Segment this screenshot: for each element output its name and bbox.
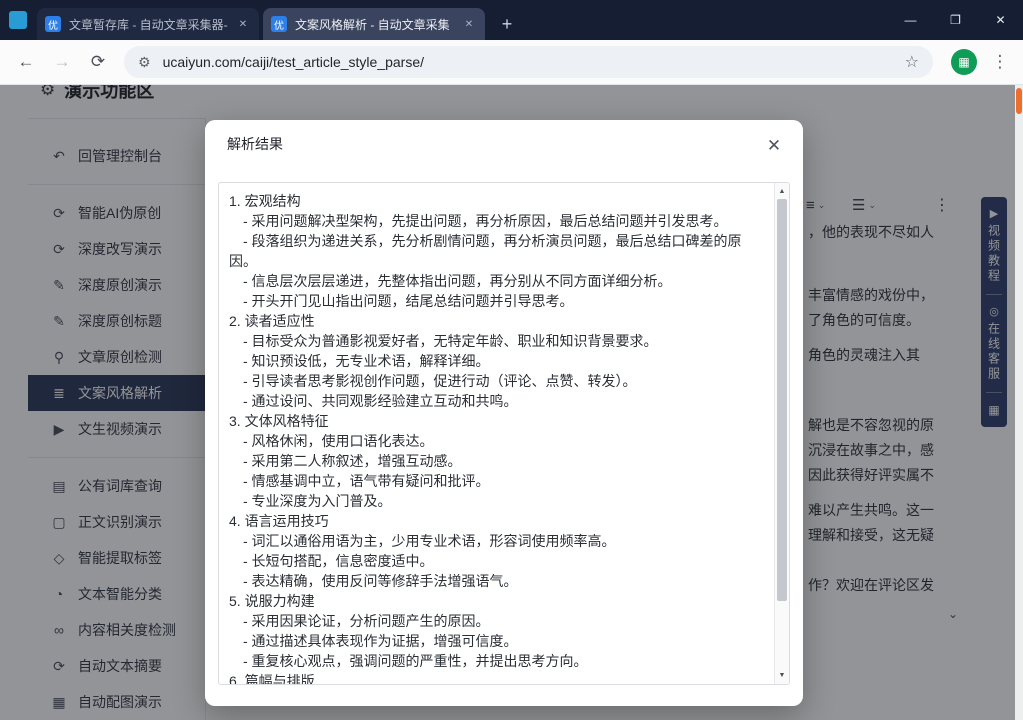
page-scrollbar-thumb[interactable]: [1016, 88, 1022, 114]
app-icon: [9, 11, 27, 29]
result-line: - 目标受众为普通影视爱好者，无特定年龄、职业和知识背景要求。: [229, 331, 767, 351]
result-line: - 长短句搭配，信息密度适中。: [229, 551, 767, 571]
result-line: - 采用第二人称叙述，增强互动感。: [229, 451, 767, 471]
modal-header: 解析结果: [205, 120, 803, 168]
tab-title: 文章暂存库 - 自动文章采集器-: [69, 16, 229, 33]
tab-favicon-icon: 优: [45, 16, 61, 32]
modal-title: 解析结果: [227, 134, 283, 154]
close-button[interactable]: ✕: [978, 0, 1023, 40]
result-line: - 专业深度为入门普及。: [229, 491, 767, 511]
tab-favicon-icon: 优: [271, 16, 287, 32]
reload-icon[interactable]: ⟳: [82, 46, 114, 78]
tab-bar: 优 文章暂存库 - 自动文章采集器- ✕ 优 文案风格解析 - 自动文章采集 ✕…: [0, 0, 1023, 40]
tab-style-parse[interactable]: 优 文案风格解析 - 自动文章采集 ✕: [263, 8, 485, 40]
result-line: - 通过描述具体表现作为证据，增强可信度。: [229, 631, 767, 651]
result-line: 3. 文体风格特征: [229, 411, 767, 431]
profile-avatar[interactable]: ▦: [951, 49, 977, 75]
result-box: 1. 宏观结构- 采用问题解决型架构，先提出问题，再分析原因，最后总结问题并引发…: [218, 182, 790, 685]
result-line: - 重复核心观点，强调问题的严重性，并提出思考方向。: [229, 651, 767, 671]
result-line: - 开头开门见山指出问题，结尾总结问题并引导思考。: [229, 291, 767, 311]
new-tab-button[interactable]: +: [493, 10, 521, 38]
result-line: - 知识预设低，无专业术语，解释详细。: [229, 351, 767, 371]
modal-scrollbar-thumb[interactable]: [777, 199, 787, 601]
scrollbar-up-icon[interactable]: ▲: [775, 184, 789, 199]
result-line: - 风格休闲，使用口语化表达。: [229, 431, 767, 451]
page-scrollbar[interactable]: [1015, 85, 1023, 720]
maximize-button[interactable]: ❐: [933, 0, 978, 40]
modal-lines: 1. 宏观结构- 采用问题解决型架构，先提出问题，再分析原因，最后总结问题并引发…: [219, 183, 773, 684]
modal-close-icon[interactable]: ✕: [761, 133, 787, 159]
minimize-button[interactable]: —: [888, 0, 933, 40]
result-line: - 信息层次层层递进，先整体指出问题，再分别从不同方面详细分析。: [229, 271, 767, 291]
result-line: - 引导读者思考影视创作问题，促进行动（评论、点赞、转发）。: [229, 371, 767, 391]
url-text: ucaiyun.com/caiji/test_article_style_par…: [163, 54, 905, 70]
result-line: - 采用问题解决型架构，先提出问题，再分析原因，最后总结问题并引发思考。: [229, 211, 767, 231]
result-line: - 段落组织为递进关系，先分析剧情问题，再分析演员问题，最后总结口碑差的原因。: [229, 231, 767, 271]
site-settings-icon[interactable]: ⚙: [138, 54, 151, 71]
browser-menu-icon[interactable]: ⋮: [985, 52, 1015, 72]
result-line: - 采用因果论证，分析问题产生的原因。: [229, 611, 767, 631]
result-line: - 通过设问、共同观影经验建立互动和共鸣。: [229, 391, 767, 411]
tab-close-icon[interactable]: ✕: [461, 16, 477, 32]
result-line: 1. 宏观结构: [229, 191, 767, 211]
navigation-bar: ← → ⟳ ⚙ ucaiyun.com/caiji/test_article_s…: [0, 40, 1023, 85]
tab-article-store[interactable]: 优 文章暂存库 - 自动文章采集器- ✕: [37, 8, 259, 40]
forward-icon[interactable]: →: [46, 46, 78, 78]
url-bar[interactable]: ⚙ ucaiyun.com/caiji/test_article_style_p…: [124, 46, 933, 78]
tab-title: 文案风格解析 - 自动文章采集: [295, 16, 455, 33]
bookmark-star-icon[interactable]: ☆: [905, 52, 919, 72]
back-icon[interactable]: ←: [10, 46, 42, 78]
result-line: 5. 说服力构建: [229, 591, 767, 611]
result-line: - 表达精确，使用反问等修辞手法增强语气。: [229, 571, 767, 591]
result-line: - 情感基调中立，语气带有疑问和批评。: [229, 471, 767, 491]
scrollbar-down-icon[interactable]: ▼: [775, 668, 789, 683]
result-line: 4. 语言运用技巧: [229, 511, 767, 531]
result-line: - 词汇以通俗用语为主，少用专业术语，形容词使用频率高。: [229, 531, 767, 551]
tab-close-icon[interactable]: ✕: [235, 16, 251, 32]
result-line: 2. 读者适应性: [229, 311, 767, 331]
modal-scrollbar[interactable]: ▲ ▼: [774, 183, 789, 684]
window-controls: — ❐ ✕: [888, 0, 1023, 40]
parse-result-modal: 解析结果 ✕ 1. 宏观结构- 采用问题解决型架构，先提出问题，再分析原因，最后…: [205, 120, 803, 706]
result-line: 6. 篇幅与排版: [229, 671, 767, 684]
